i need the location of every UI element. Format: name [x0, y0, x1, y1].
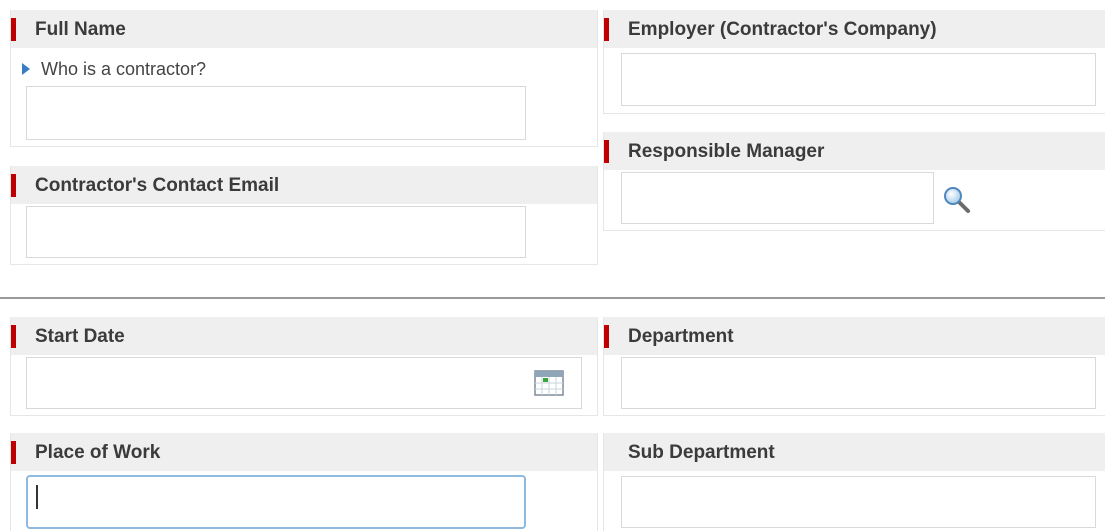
required-marker	[11, 174, 16, 197]
place-of-work-label: Place of Work	[35, 442, 161, 463]
employer-header: Employer (Contractor's Company)	[604, 10, 1105, 48]
required-marker	[11, 18, 16, 41]
required-marker	[604, 140, 609, 163]
place-of-work-field-group: Place of Work	[10, 433, 598, 531]
start-date-header: Start Date	[11, 317, 597, 355]
required-marker	[604, 18, 609, 41]
sub-department-label: Sub Department	[628, 442, 775, 463]
responsible-manager-header: Responsible Manager	[604, 132, 1105, 170]
text-caret	[36, 485, 38, 509]
place-of-work-input[interactable]	[26, 475, 526, 529]
start-date-field-group: Start Date	[10, 317, 598, 416]
contact-email-header: Contractor's Contact Email	[11, 166, 597, 204]
department-header: Department	[604, 317, 1105, 355]
department-label: Department	[628, 326, 734, 347]
full-name-label: Full Name	[35, 19, 126, 40]
required-marker	[11, 325, 16, 348]
expand-arrow-icon	[22, 63, 30, 75]
sub-department-input[interactable]	[621, 476, 1096, 528]
start-date-label: Start Date	[35, 326, 125, 347]
responsible-manager-input[interactable]	[621, 172, 934, 224]
responsible-manager-label: Responsible Manager	[628, 141, 825, 162]
contact-email-field-group: Contractor's Contact Email	[10, 166, 598, 265]
department-field-group: Department	[603, 317, 1105, 416]
place-of-work-header: Place of Work	[11, 433, 597, 471]
full-name-header: Full Name	[11, 10, 597, 48]
sub-department-header: Sub Department	[604, 433, 1105, 471]
calendar-icon[interactable]	[534, 369, 564, 397]
responsible-manager-field-group: Responsible Manager	[603, 132, 1105, 231]
required-marker	[604, 325, 609, 348]
employer-label: Employer (Contractor's Company)	[628, 19, 937, 40]
who-is-contractor-text: Who is a contractor?	[41, 59, 207, 79]
full-name-input[interactable]	[26, 86, 526, 140]
contact-email-label: Contractor's Contact Email	[35, 175, 280, 196]
magnifier-icon[interactable]	[940, 184, 974, 216]
employer-field-group: Employer (Contractor's Company)	[603, 10, 1105, 114]
start-date-input[interactable]	[26, 357, 582, 409]
employer-input[interactable]	[621, 53, 1096, 106]
required-marker	[11, 441, 16, 464]
full-name-field-group: Full Name Who is a contractor?	[10, 10, 598, 147]
department-input[interactable]	[621, 357, 1096, 409]
sub-department-field-group: Sub Department	[603, 433, 1105, 531]
section-divider	[0, 297, 1105, 299]
contact-email-input[interactable]	[26, 206, 526, 258]
